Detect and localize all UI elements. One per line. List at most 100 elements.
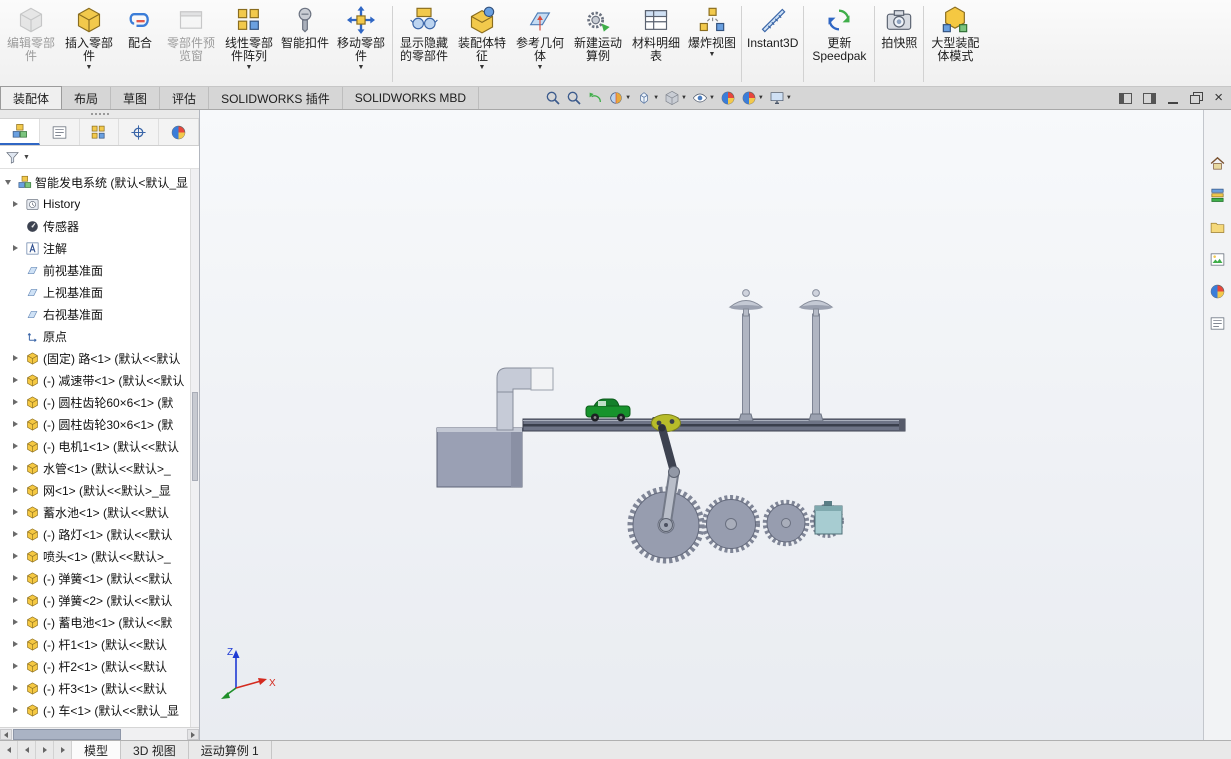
- expand-arrow-icon[interactable]: [13, 377, 22, 383]
- large-assembly-mode-button[interactable]: 大型装配体模式: [926, 2, 984, 64]
- model-battery[interactable]: [814, 501, 843, 535]
- dropdown-caret-icon[interactable]: ▼: [537, 64, 544, 72]
- expand-arrow-icon[interactable]: [13, 663, 22, 669]
- tree-item-component-street-lamp[interactable]: (-) 路灯<1> (默认<<默认: [0, 523, 199, 545]
- model-road[interactable]: [522, 418, 906, 432]
- zoom-fit-button[interactable]: [543, 88, 563, 108]
- tree-item-history[interactable]: History: [0, 193, 199, 215]
- custom-properties-button[interactable]: [1207, 312, 1229, 334]
- filter-dropdown-caret-icon[interactable]: ▼: [23, 154, 30, 161]
- dropdown-caret-icon[interactable]: ▼: [358, 64, 365, 72]
- reference-geometry-button[interactable]: 参考几何体 ▼: [511, 2, 569, 73]
- file-explorer-button[interactable]: [1207, 216, 1229, 238]
- tree-item-component-rod3[interactable]: (-) 杆3<1> (默认<<默认: [0, 677, 199, 699]
- expand-arrow-icon[interactable]: [13, 465, 22, 471]
- expand-arrow-icon[interactable]: [13, 575, 22, 581]
- view-palette-button[interactable]: [1207, 248, 1229, 270]
- featuremanager-tree-tab[interactable]: [0, 119, 40, 145]
- dropdown-caret-icon[interactable]: ▼: [653, 95, 659, 101]
- model-tab[interactable]: 模型: [72, 741, 122, 759]
- assembly-features-button[interactable]: 装配体特征 ▼: [453, 2, 511, 73]
- view-orientation-button[interactable]: ▼: [634, 88, 661, 108]
- expand-arrow-icon[interactable]: [13, 553, 22, 559]
- dropdown-caret-icon[interactable]: ▼: [709, 95, 715, 101]
- expand-arrow-icon[interactable]: [5, 179, 14, 185]
- expand-arrow-icon[interactable]: [13, 707, 22, 713]
- minimize-button[interactable]: [1167, 93, 1179, 104]
- home-tab-button[interactable]: [1207, 152, 1229, 174]
- model-gear-3[interactable]: [762, 499, 810, 547]
- tab-assembly[interactable]: 装配体: [0, 86, 63, 109]
- tree-vertical-scrollbar[interactable]: [190, 169, 199, 727]
- tree-item-component-road[interactable]: (固定) 路<1> (默认<<默认: [0, 347, 199, 369]
- expand-arrow-icon[interactable]: [13, 685, 22, 691]
- dropdown-caret-icon[interactable]: ▼: [709, 51, 716, 59]
- tree-item-component-rod2[interactable]: (-) 杆2<1> (默认<<默认: [0, 655, 199, 677]
- edit-component-button[interactable]: 编辑零部件: [2, 2, 60, 64]
- apply-scene-button[interactable]: ▼: [739, 88, 766, 108]
- show-hidden-components-button[interactable]: 显示隐藏的零部件: [395, 2, 453, 64]
- tab-solidworks-mbd[interactable]: SOLIDWORKS MBD: [343, 87, 480, 109]
- exploded-view-button[interactable]: 爆炸视图 ▼: [685, 2, 739, 60]
- expand-arrow-icon[interactable]: [13, 509, 22, 515]
- expand-arrow-icon[interactable]: [13, 355, 22, 361]
- tree-item-component-gear30[interactable]: (-) 圆柱齿轮30×6<1> (默: [0, 413, 199, 435]
- nav-prev-button[interactable]: [18, 741, 36, 759]
- dropdown-caret-icon[interactable]: ▼: [86, 64, 93, 72]
- displaymanager-tab[interactable]: [159, 119, 199, 145]
- mate-button[interactable]: 配合: [118, 2, 162, 51]
- scroll-left-button[interactable]: [0, 729, 12, 740]
- tree-item-component-rod1[interactable]: (-) 杆1<1> (默认<<默认: [0, 633, 199, 655]
- configurationmanager-tab[interactable]: [80, 119, 120, 145]
- hide-show-items-button[interactable]: ▼: [690, 88, 717, 108]
- tree-item-component-reservoir[interactable]: 蓄水池<1> (默认<<默认: [0, 501, 199, 523]
- view-settings-button[interactable]: ▼: [767, 88, 794, 108]
- new-motion-study-button[interactable]: 新建运动算例: [569, 2, 627, 64]
- expand-arrow-icon[interactable]: [13, 421, 22, 427]
- tree-horizontal-scrollbar[interactable]: [0, 727, 199, 740]
- expand-arrow-icon[interactable]: [13, 201, 22, 207]
- tab-evaluate[interactable]: 评估: [160, 87, 210, 109]
- model-car[interactable]: [585, 398, 631, 422]
- zoom-to-area-button[interactable]: [564, 88, 584, 108]
- expand-arrow-icon[interactable]: [13, 597, 22, 603]
- tree-item-top-plane[interactable]: 上视基准面: [0, 281, 199, 303]
- smart-fasteners-button[interactable]: 智能扣件: [278, 2, 332, 51]
- close-button[interactable]: ×: [1214, 90, 1223, 105]
- bill-of-materials-button[interactable]: 材料明细表: [627, 2, 685, 64]
- scroll-right-button[interactable]: [187, 729, 199, 740]
- tree-item-component-spring1[interactable]: (-) 弹簧<1> (默认<<默认: [0, 567, 199, 589]
- tree-item-component-spring2[interactable]: (-) 弹簧<2> (默认<<默认: [0, 589, 199, 611]
- expand-arrow-icon[interactable]: [13, 399, 22, 405]
- graphics-viewport[interactable]: Z X: [200, 110, 1203, 740]
- dropdown-caret-icon[interactable]: ▼: [479, 64, 486, 72]
- panel-grip-handle[interactable]: [0, 110, 199, 119]
- expand-arrow-icon[interactable]: [13, 641, 22, 647]
- move-component-button[interactable]: 移动零部件 ▼: [332, 2, 390, 73]
- 3d-views-tab[interactable]: 3D 视图: [121, 741, 189, 759]
- tree-item-component-battery[interactable]: (-) 蓄电池<1> (默认<<默: [0, 611, 199, 633]
- expand-arrow-icon[interactable]: [13, 487, 22, 493]
- take-snapshot-button[interactable]: 拍快照: [877, 2, 921, 51]
- tree-item-component-sprayer[interactable]: 喷头<1> (默认<<默认>_: [0, 545, 199, 567]
- tree-item-annotations[interactable]: 注解: [0, 237, 199, 259]
- update-speedpak-button[interactable]: 更新 Speedpak: [806, 2, 872, 64]
- nav-next-button[interactable]: [36, 741, 54, 759]
- tree-root-assembly[interactable]: 智能发电系统 (默认<默认_显: [0, 171, 199, 193]
- propertymanager-tab[interactable]: [40, 119, 80, 145]
- nav-first-button[interactable]: [0, 741, 18, 759]
- tree-item-front-plane[interactable]: 前视基准面: [0, 259, 199, 281]
- tree-item-right-plane[interactable]: 右视基准面: [0, 303, 199, 325]
- tree-item-sensors[interactable]: 传感器: [0, 215, 199, 237]
- tab-solidworks-addins[interactable]: SOLIDWORKS 插件: [209, 87, 343, 109]
- expand-arrow-icon[interactable]: [13, 245, 22, 251]
- tree-item-component-car[interactable]: (-) 车<1> (默认<<默认_显: [0, 699, 199, 721]
- instant3d-button[interactable]: Instant3D: [744, 2, 801, 51]
- dropdown-caret-icon[interactable]: ▼: [758, 95, 764, 101]
- model-gear-2[interactable]: [702, 495, 760, 553]
- model-reservoir[interactable]: [436, 427, 523, 488]
- tree-item-origin[interactable]: 原点: [0, 325, 199, 347]
- previous-view-button[interactable]: [585, 88, 605, 108]
- dropdown-caret-icon[interactable]: ▼: [786, 95, 792, 101]
- scrollbar-thumb[interactable]: [192, 392, 198, 482]
